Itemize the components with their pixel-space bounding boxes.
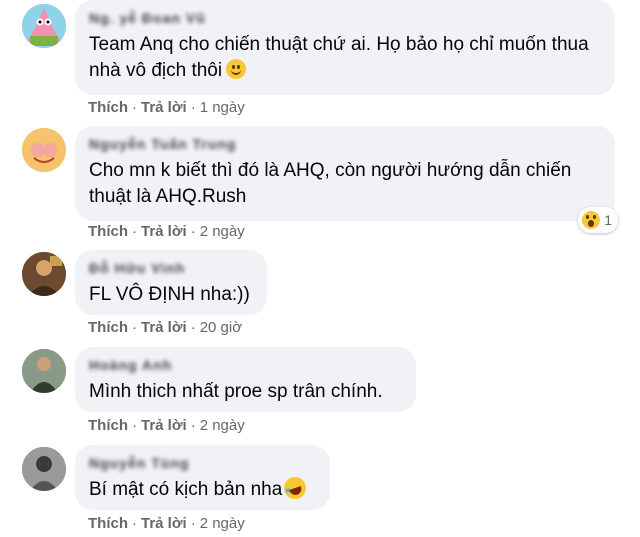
like-button[interactable]: Thích [88, 99, 128, 116]
reply-button[interactable]: Trả lời [141, 417, 187, 434]
comment-bubble: Nguyễn Tùng Bí mật có kịch bản nha [75, 445, 330, 510]
comment-bubble: Đỗ Hữu Vinh FL VÔ ĐỊNH nha:)) [75, 250, 267, 315]
like-button[interactable]: Thích [88, 223, 128, 240]
cartoon-avatar-icon [22, 128, 66, 172]
comment-timestamp[interactable]: 2 ngày [200, 515, 245, 532]
reaction-count[interactable]: 1 [578, 207, 618, 233]
avatar[interactable] [22, 4, 66, 48]
comment-timestamp[interactable]: 1 ngày [200, 99, 245, 116]
like-button[interactable]: Thích [88, 319, 128, 336]
comment-text: Team Anq cho chiến thuật chứ ai. Họ bảo … [89, 34, 589, 81]
comment-author[interactable]: Hoàng Anh [89, 357, 402, 375]
separator: · [190, 319, 196, 336]
photo-avatar-icon [22, 447, 66, 491]
separator: · [190, 417, 196, 434]
comment-text: FL VÔ ĐỊNH nha:)) [89, 284, 250, 305]
separator: · [132, 99, 137, 116]
avatar[interactable] [22, 128, 66, 172]
comment-text: Bí mật có kịch bản nha [89, 473, 316, 503]
comment-timestamp[interactable]: 20 giờ [200, 319, 242, 336]
comment-bubble: Ng. yễ Đoan Vũ Team Anq cho chiến thuật … [75, 0, 615, 95]
avatar[interactable] [22, 447, 66, 491]
comment-actions: Thích · Trả lời · 20 giờ [88, 319, 242, 336]
rolling-on-floor-laughing-icon [281, 473, 310, 503]
comment-actions: Thích · Trả lời · 2 ngày [88, 417, 245, 434]
separator: · [190, 515, 196, 532]
avatar[interactable] [22, 349, 66, 393]
comment-author[interactable]: Đỗ Hữu Vinh [89, 260, 253, 278]
comment-timestamp[interactable]: 2 ngày [200, 417, 245, 434]
reply-button[interactable]: Trả lời [141, 319, 187, 336]
reply-button[interactable]: Trả lời [141, 99, 187, 116]
comment-author[interactable]: Ng. yễ Đoan Vũ [89, 10, 601, 28]
comment-author[interactable]: Nguyễn Tuấn Trung [89, 136, 601, 154]
reaction-count-value: 1 [604, 212, 612, 228]
separator: · [190, 99, 196, 116]
avatar[interactable] [22, 252, 66, 296]
smiling-face-icon [226, 59, 247, 79]
photo-avatar-icon [22, 252, 66, 296]
like-button[interactable]: Thích [88, 515, 128, 532]
comment-timestamp[interactable]: 2 ngày [200, 223, 245, 240]
wow-reaction-icon [582, 211, 601, 229]
photo-avatar-icon [22, 349, 66, 393]
patrick-avatar-icon [22, 4, 66, 48]
separator: · [132, 223, 137, 240]
like-button[interactable]: Thích [88, 417, 128, 434]
separator: · [132, 515, 137, 532]
comment-text: Mình thich nhất proe sp trân chính. [89, 381, 383, 402]
separator: · [132, 417, 137, 434]
comment-actions: Thích · Trả lời · 1 ngày [88, 99, 245, 116]
separator: · [132, 319, 137, 336]
separator: · [190, 223, 196, 240]
comment-author[interactable]: Nguyễn Tùng [89, 455, 316, 473]
comment-text: Cho mn k biết thì đó là AHQ, còn người h… [89, 160, 572, 207]
comment-bubble: Hoàng Anh Mình thich nhất proe sp trân c… [75, 347, 416, 412]
comment-actions: Thích · Trả lời · 2 ngày [88, 515, 245, 532]
reply-button[interactable]: Trả lời [141, 223, 187, 240]
comment-bubble: Nguyễn Tuấn Trung Cho mn k biết thì đó l… [75, 126, 615, 221]
comment-actions: Thích · Trả lời · 2 ngày [88, 223, 245, 240]
reply-button[interactable]: Trả lời [141, 515, 187, 532]
